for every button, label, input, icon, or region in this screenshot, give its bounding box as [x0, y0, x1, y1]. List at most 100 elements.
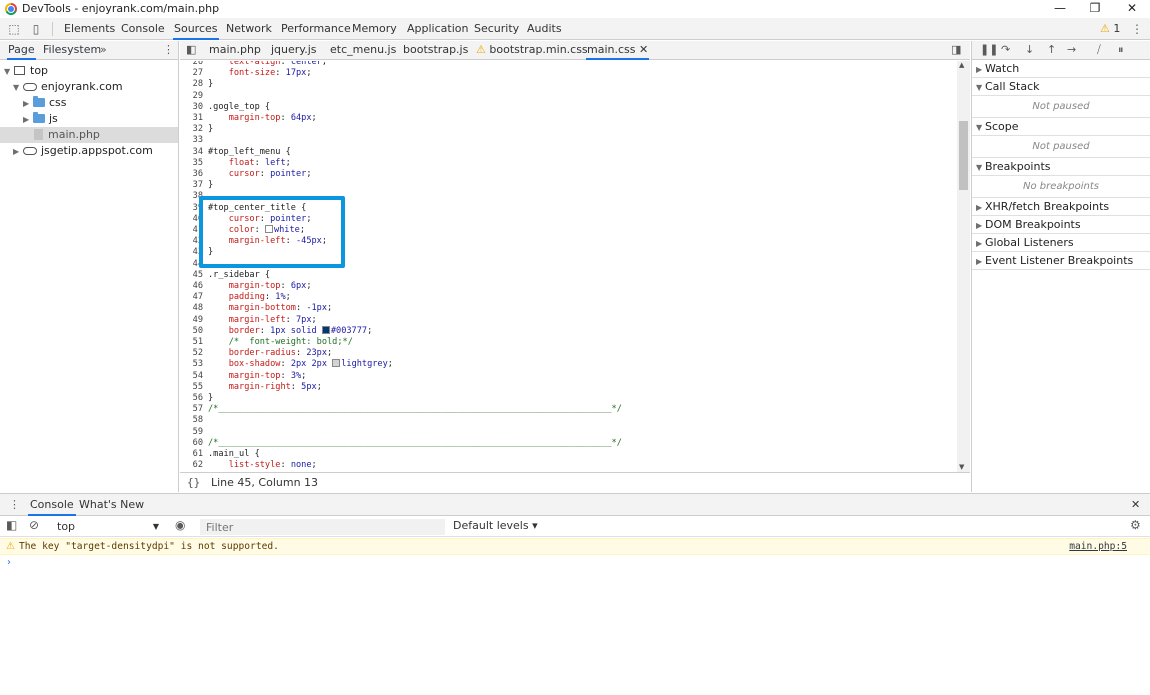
section-scope[interactable]: ▼ Scope — [972, 118, 1150, 136]
step-over-icon[interactable]: ↷ — [1001, 43, 1010, 56]
code-line[interactable]: 52 border-radius: 23px; — [180, 348, 956, 359]
more-tabs-icon[interactable]: » — [100, 41, 107, 60]
tab-network[interactable]: Network — [226, 18, 272, 40]
code-line[interactable]: 62 list-style: none; — [180, 460, 956, 471]
tree-item-css[interactable]: ▶ css — [23, 95, 67, 111]
maximize-button[interactable]: ❐ — [1077, 0, 1113, 18]
code-line[interactable]: 59 — [180, 427, 956, 438]
close-window-button[interactable]: ✕ — [1114, 0, 1150, 18]
drawer-menu-icon[interactable]: ⋮ — [9, 494, 20, 516]
tab-memory[interactable]: Memory — [352, 18, 397, 40]
section-call-stack[interactable]: ▼ Call Stack — [972, 78, 1150, 96]
section-event-listener-breakpoints[interactable]: ▶ Event Listener Breakpoints — [972, 252, 1150, 270]
editor-tab-bootstrap-js[interactable]: bootstrap.js — [403, 41, 468, 60]
line-number[interactable]: 31 — [180, 113, 203, 124]
toggle-navigator-icon[interactable]: ◧ — [186, 41, 196, 60]
code-line[interactable]: 33 — [180, 135, 956, 146]
close-drawer-icon[interactable]: ✕ — [1131, 494, 1140, 516]
line-number[interactable]: 49 — [180, 315, 203, 326]
code-line[interactable]: 53 box-shadow: 2px 2px lightgrey; — [180, 359, 956, 370]
line-number[interactable]: 55 — [180, 382, 203, 393]
tab-filesystem[interactable]: Filesystem — [43, 41, 101, 60]
line-number[interactable]: 52 — [180, 348, 203, 359]
code-line[interactable]: 31 margin-top: 64px; — [180, 113, 956, 124]
console-filter-input[interactable] — [200, 519, 445, 535]
device-toolbar-icon[interactable]: ▯ — [28, 21, 44, 37]
color-swatch[interactable] — [321, 325, 330, 334]
step-icon[interactable]: → — [1067, 43, 1076, 56]
code-line[interactable]: 46 margin-top: 6px; — [180, 281, 956, 292]
line-number[interactable]: 30 — [180, 102, 203, 113]
code-line[interactable]: 28} — [180, 79, 956, 90]
section-dom-breakpoints[interactable]: ▶ DOM Breakpoints — [972, 216, 1150, 234]
tree-item-top[interactable]: ▼ top — [4, 63, 48, 79]
tree-item-domain[interactable]: ▼ enjoyrank.com — [13, 79, 123, 95]
minimize-button[interactable]: — — [1042, 0, 1078, 18]
color-swatch[interactable] — [332, 359, 341, 368]
code-line[interactable]: 34 #top_left_menu { — [180, 147, 956, 158]
tab-audits[interactable]: Audits — [527, 18, 562, 40]
tab-security[interactable]: Security — [474, 18, 519, 40]
line-number[interactable]: 35 — [180, 158, 203, 169]
show-sidebar-icon[interactable]: ◧ — [6, 518, 17, 532]
scrollbar-thumb[interactable] — [959, 121, 968, 190]
context-selector[interactable]: top ▼ — [55, 519, 163, 534]
editor-scrollbar[interactable]: ▲ ▼ — [957, 61, 970, 472]
code-line[interactable]: 55 margin-right: 5px; — [180, 382, 956, 393]
section-watch[interactable]: ▶ Watch — [972, 60, 1150, 78]
code-line[interactable]: 36 cursor: pointer; — [180, 169, 956, 180]
line-number[interactable]: 48 — [180, 303, 203, 314]
line-number[interactable]: 32 — [180, 124, 203, 135]
code-line[interactable]: 58 — [180, 415, 956, 426]
tree-item-main-php[interactable]: main.php — [0, 127, 178, 143]
editor-tab-main-php[interactable]: main.php — [209, 41, 261, 60]
tree-item-jsgetip[interactable]: ▶ jsgetip.appspot.com — [13, 143, 153, 159]
pause-icon[interactable]: ❚❚ — [980, 43, 998, 56]
code-line[interactable]: 56} — [180, 393, 956, 404]
line-number[interactable]: 58 — [180, 415, 203, 426]
warning-counter[interactable]: ⚠ 1 — [1100, 18, 1120, 40]
close-tab-icon[interactable]: ✕ — [639, 43, 648, 56]
code-line[interactable]: 48 margin-bottom: -1px; — [180, 303, 956, 314]
tab-performance[interactable]: Performance — [281, 18, 351, 40]
section-global-listeners[interactable]: ▶ Global Listeners — [972, 234, 1150, 252]
section-breakpoints[interactable]: ▼ Breakpoints — [972, 158, 1150, 176]
code-line[interactable]: 32} — [180, 124, 956, 135]
log-levels-dropdown[interactable]: Default levels ▾ — [453, 519, 538, 532]
console-settings-gear-icon[interactable]: ⚙ — [1130, 518, 1141, 532]
line-number[interactable]: 57 — [180, 404, 203, 415]
line-number[interactable]: 47 — [180, 292, 203, 303]
line-number[interactable]: 29 — [180, 91, 203, 102]
code-line[interactable]: 50 border: 1px solid #003777; — [180, 325, 956, 337]
code-line[interactable]: 60 /*____________________________________… — [180, 438, 956, 449]
line-number[interactable]: 60 — [180, 438, 203, 449]
navigator-menu-icon[interactable]: ⋮ — [163, 41, 174, 60]
line-number[interactable]: 61 — [180, 449, 203, 460]
tab-page[interactable]: Page — [7, 41, 36, 60]
code-line[interactable]: 35 float: left; — [180, 158, 956, 169]
code-line[interactable]: 27 font-size: 17px; — [180, 68, 956, 79]
code-line[interactable]: 51 /* font-weight: bold;*/ — [180, 337, 956, 348]
drawer-tab-whats-new[interactable]: What's New — [79, 494, 144, 516]
code-line[interactable]: 30 .gogle_top { — [180, 102, 956, 113]
line-number[interactable]: 28 — [180, 79, 203, 90]
editor-tab-jquery[interactable]: jquery.js — [271, 41, 317, 60]
tree-item-js[interactable]: ▶ js — [23, 111, 58, 127]
code-line[interactable]: 61 .main_ul { — [180, 449, 956, 460]
code-line[interactable]: 29 — [180, 91, 956, 102]
line-number[interactable]: 62 — [180, 460, 203, 471]
line-number[interactable]: 56 — [180, 393, 203, 404]
code-line[interactable]: 49 margin-left: 7px; — [180, 315, 956, 326]
code-line[interactable]: 57 /*____________________________________… — [180, 404, 956, 415]
line-number[interactable]: 53 — [180, 359, 203, 370]
tab-sources[interactable]: Sources — [173, 18, 219, 40]
scroll-down-arrow-icon[interactable]: ▼ — [959, 463, 964, 471]
line-number[interactable]: 34 — [180, 147, 203, 158]
line-number[interactable]: 46 — [180, 281, 203, 292]
line-number[interactable]: 59 — [180, 427, 203, 438]
line-number[interactable]: 45 — [180, 270, 203, 281]
inspect-element-icon[interactable]: ⬚ — [6, 21, 22, 37]
code-line[interactable]: 47 padding: 1%; — [180, 292, 956, 303]
tab-console[interactable]: Console — [121, 18, 165, 40]
editor-tab-bootstrap-min-css[interactable]: ⚠ bootstrap.min.css — [476, 41, 588, 60]
